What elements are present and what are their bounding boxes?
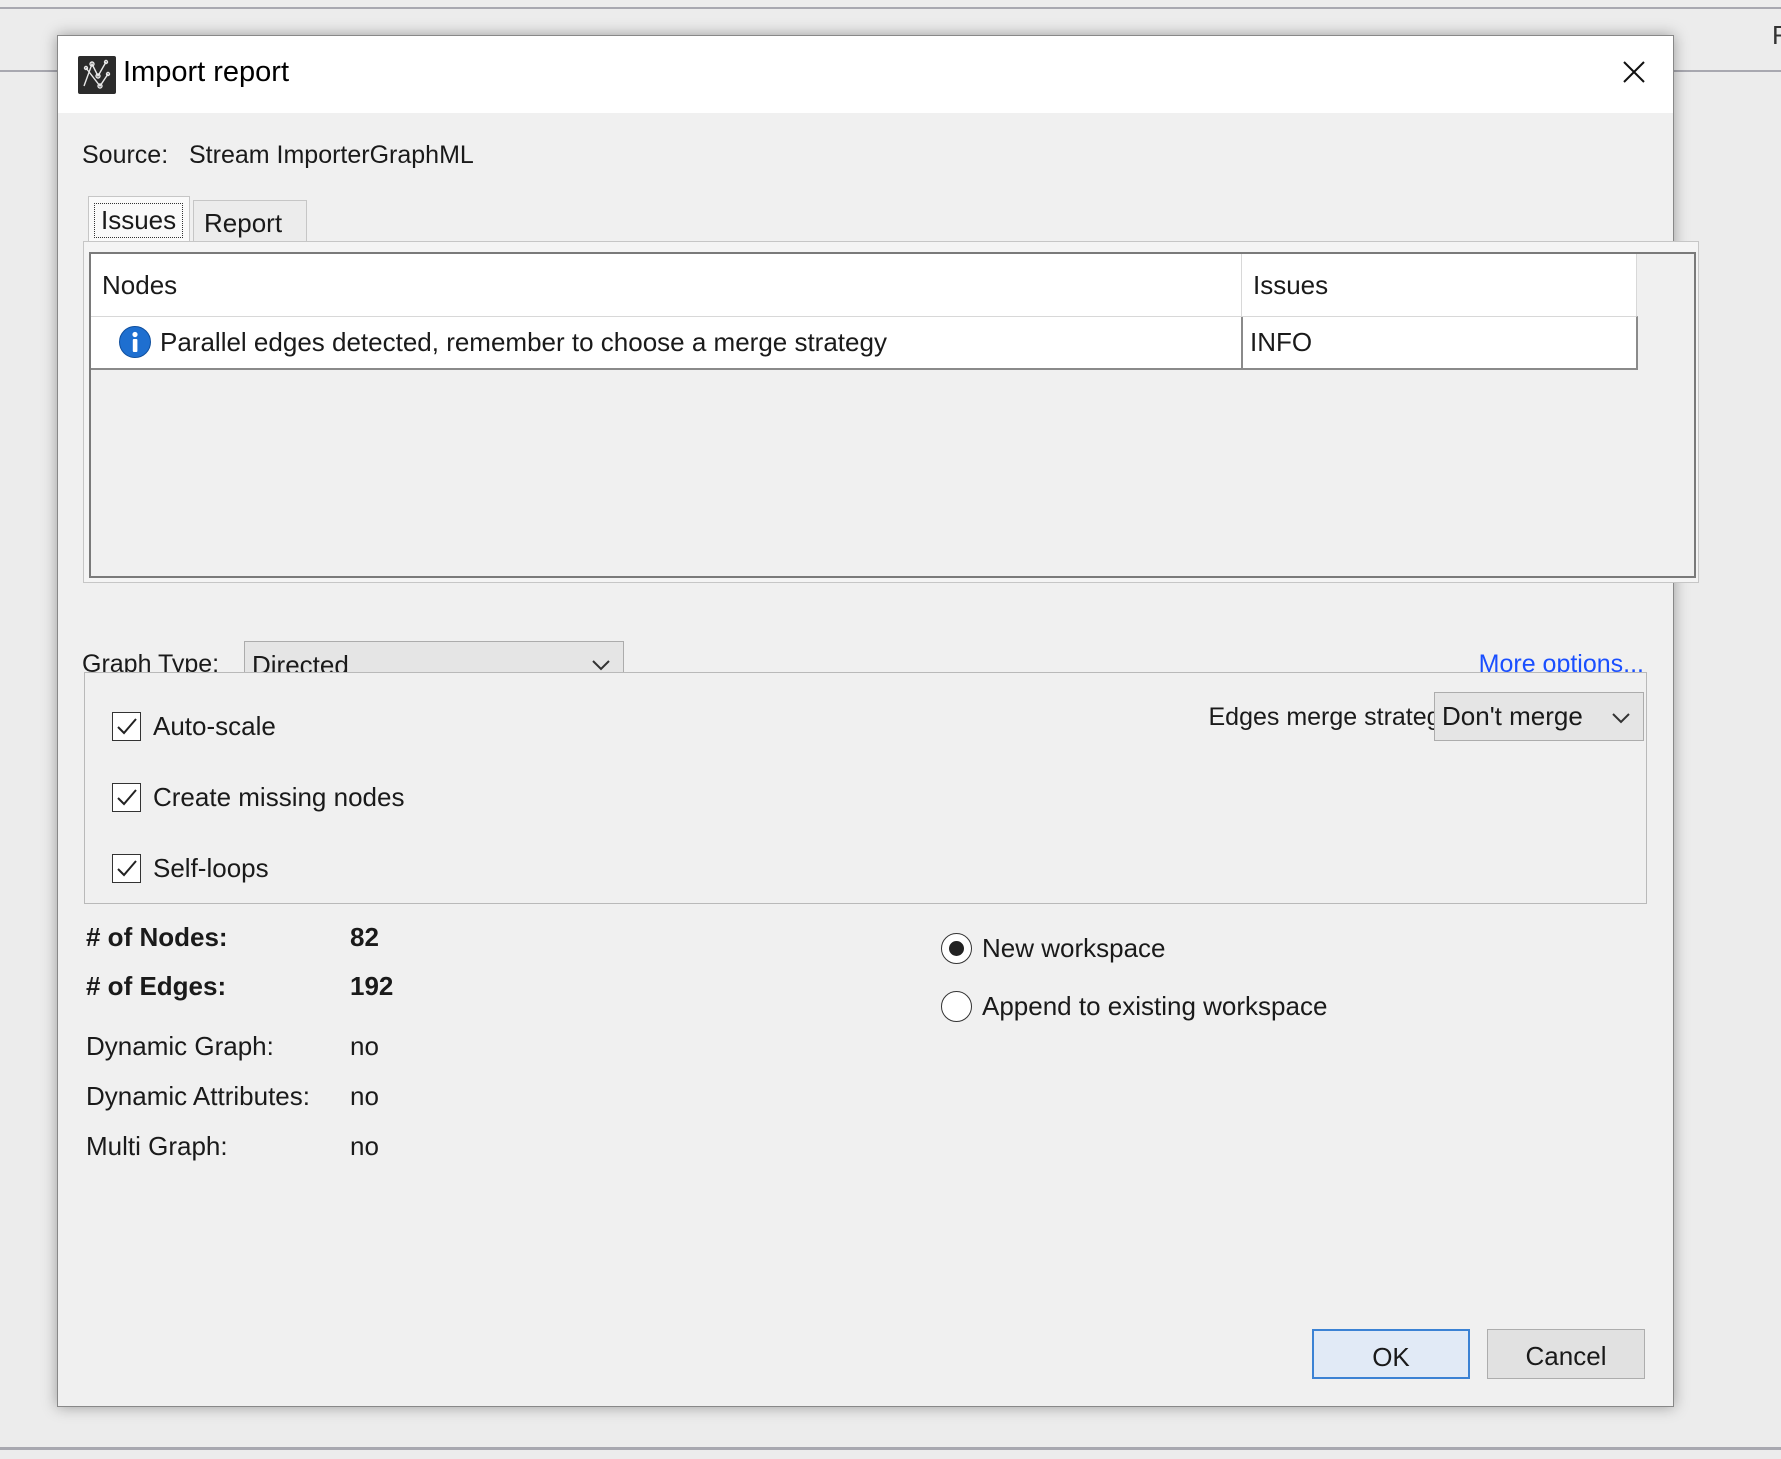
stat-multi-graph-label: Multi Graph: bbox=[86, 1131, 228, 1161]
background-right-rule bbox=[1672, 70, 1781, 72]
source-label: Source: bbox=[82, 141, 169, 169]
new-workspace-label: New workspace bbox=[982, 933, 1166, 963]
column-header-issues-label: Issues bbox=[1253, 270, 1329, 300]
background-bottom-border bbox=[0, 1447, 1781, 1450]
issues-table[interactable]: Nodes Issues Parallel edges detected, re… bbox=[89, 252, 1696, 578]
background-edge-letter: F bbox=[1772, 20, 1781, 50]
column-header-nodes-label: Nodes bbox=[102, 270, 178, 300]
stat-dynamic-graph-value: no bbox=[350, 1031, 379, 1061]
close-icon bbox=[1623, 61, 1645, 83]
append-workspace-label: Append to existing workspace bbox=[982, 991, 1328, 1021]
stat-nodes-value: 82 bbox=[350, 922, 379, 952]
issue-level: INFO bbox=[1250, 327, 1313, 357]
checkmark-icon bbox=[117, 860, 137, 877]
background-left-rule bbox=[0, 70, 57, 72]
close-button[interactable] bbox=[1595, 36, 1673, 108]
stat-dynamic-graph-label: Dynamic Graph: bbox=[86, 1031, 274, 1061]
create-missing-nodes-label: Create missing nodes bbox=[153, 782, 405, 812]
stat-edges-value: 192 bbox=[350, 971, 394, 1001]
auto-scale-checkbox-box[interactable] bbox=[112, 712, 141, 741]
stat-multi-graph-value: no bbox=[350, 1131, 379, 1161]
column-header-issues[interactable]: Issues bbox=[1242, 254, 1637, 316]
cancel-button[interactable]: Cancel bbox=[1487, 1329, 1645, 1379]
checkmark-icon bbox=[117, 789, 137, 806]
background-top-border bbox=[0, 7, 1781, 9]
title-bar[interactable]: Import report bbox=[58, 36, 1673, 113]
cancel-button-label: Cancel bbox=[1525, 1341, 1607, 1371]
source-value: Stream ImporterGraphML bbox=[189, 141, 474, 169]
dialog-title: Import report bbox=[123, 56, 289, 88]
checkmark-icon bbox=[117, 718, 137, 735]
stat-nodes-label: # of Nodes: bbox=[86, 922, 228, 952]
ok-button-label: OK bbox=[1372, 1342, 1410, 1372]
chevron-down-icon bbox=[592, 660, 610, 671]
tab-report[interactable]: Report bbox=[193, 200, 307, 242]
self-loops-checkbox-box[interactable] bbox=[112, 854, 141, 883]
import-report-dialog: Import report Source: Stream ImporterGra… bbox=[57, 35, 1699, 1407]
append-workspace-radio-circle[interactable] bbox=[941, 991, 972, 1022]
edges-merge-strategy-value: Don't merge bbox=[1442, 701, 1583, 731]
column-divider bbox=[1241, 317, 1243, 368]
ok-button[interactable]: OK bbox=[1312, 1329, 1470, 1379]
new-workspace-radio-circle[interactable] bbox=[941, 933, 972, 964]
stat-dynamic-attributes-label: Dynamic Attributes: bbox=[86, 1081, 310, 1111]
tab-issues-label: Issues bbox=[94, 203, 184, 238]
stat-edges-label: # of Edges: bbox=[86, 971, 227, 1001]
create-missing-nodes-checkbox-box[interactable] bbox=[112, 783, 141, 812]
radio-selected-dot bbox=[949, 941, 964, 956]
tab-report-label: Report bbox=[204, 208, 283, 238]
chevron-down-icon bbox=[1612, 713, 1630, 724]
column-header-nodes[interactable]: Nodes bbox=[91, 254, 1242, 316]
edges-merge-strategy-dropdown[interactable]: Don't merge bbox=[1434, 692, 1644, 741]
stat-dynamic-attributes-value: no bbox=[350, 1081, 379, 1111]
gephi-app-icon bbox=[78, 56, 116, 94]
info-icon bbox=[119, 326, 151, 358]
issue-message: Parallel edges detected, remember to cho… bbox=[160, 327, 887, 357]
self-loops-label: Self-loops bbox=[153, 853, 269, 883]
auto-scale-label: Auto-scale bbox=[153, 711, 276, 741]
edges-merge-strategy-label: Edges merge strategy: bbox=[1208, 703, 1460, 731]
tab-issues[interactable]: Issues bbox=[88, 196, 190, 243]
table-row[interactable]: Parallel edges detected, remember to cho… bbox=[91, 316, 1638, 370]
